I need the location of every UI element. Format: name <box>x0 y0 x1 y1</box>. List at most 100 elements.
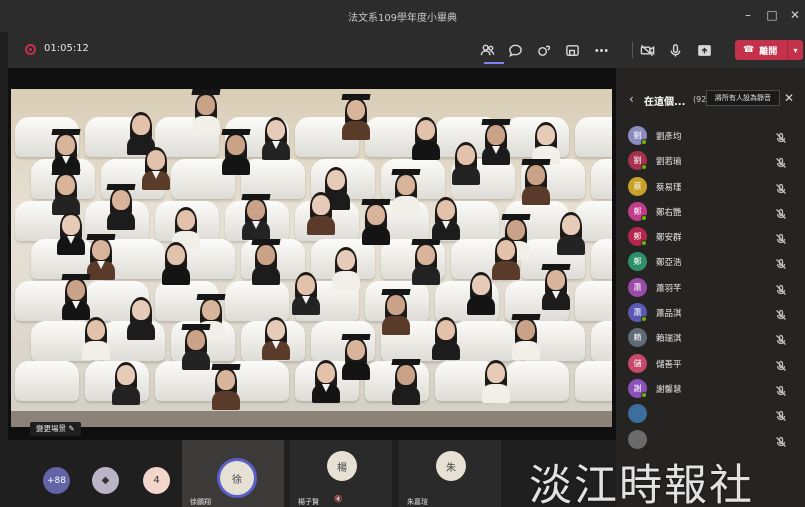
participant-row[interactable]: 蕭蕭品淇 <box>616 300 805 325</box>
attendee-face <box>247 200 265 220</box>
mute-all-button[interactable]: 將所有人設為靜音 <box>706 90 780 106</box>
attendee-face <box>387 295 405 315</box>
mic-off-icon[interactable] <box>775 129 787 143</box>
participant-row[interactable]: 鄭鄭右艷 <box>616 199 805 224</box>
participant-row[interactable]: 鄭鄭亞浩 <box>616 249 805 274</box>
attendee-gown <box>342 121 370 140</box>
camera-off-icon[interactable] <box>637 40 657 60</box>
attendee-video-cutout <box>111 359 141 405</box>
participant-row[interactable] <box>616 427 805 452</box>
participant-tile[interactable]: 楊 楊子賢 🔇 <box>290 440 392 507</box>
graduation-cap-icon <box>341 94 371 100</box>
auditorium-seat <box>591 239 612 279</box>
graduation-cap-icon <box>391 169 421 175</box>
avatar <box>628 429 647 449</box>
participant-row[interactable]: 蔡蔡易瑾 <box>616 174 805 199</box>
attendee-video-cutout <box>541 264 571 310</box>
participant-row[interactable]: 劉劉若瑜 <box>616 148 805 173</box>
participant-tile[interactable]: 朱 朱嘉瑄 <box>399 440 501 507</box>
participant-strip: +88 ◆ 4 徐 徐鵬翔 楊 楊子賢 🔇 朱 朱嘉瑄 <box>8 440 616 507</box>
mic-off-icon[interactable] <box>775 154 787 169</box>
mic-off-icon[interactable] <box>775 407 787 422</box>
participant-row[interactable]: 鄭鄭安群 <box>616 224 805 249</box>
participant-name: 蕭品淇 <box>656 309 682 320</box>
mic-off-icon[interactable] <box>775 205 787 219</box>
graduation-cap-icon <box>61 274 91 280</box>
participant-row[interactable]: 賴賴瑞淇 <box>616 325 805 350</box>
attendee-video-cutout <box>511 314 541 360</box>
more-icon[interactable] <box>591 40 611 60</box>
mic-off-icon[interactable] <box>775 180 787 194</box>
attendee-gown <box>467 296 495 315</box>
attendee-gown <box>107 211 135 230</box>
participant-name: 蔡易瑾 <box>656 182 682 193</box>
attendee-face <box>177 210 195 230</box>
participant-row[interactable]: 儲儲善平 <box>616 351 805 376</box>
mic-off-icon[interactable] <box>775 230 787 245</box>
chevron-down-icon[interactable]: ▾ <box>787 40 803 60</box>
graduation-cap-icon <box>51 129 81 135</box>
attendee-face <box>312 195 330 215</box>
mic-icon[interactable] <box>665 40 685 60</box>
mic-off-icon[interactable] <box>775 382 787 396</box>
share-tray-icon[interactable] <box>562 40 582 60</box>
graduation-cap-icon <box>251 239 281 245</box>
maximize-button[interactable]: □ <box>765 8 779 22</box>
attendee-face <box>132 300 150 320</box>
avatar[interactable]: ◆ <box>92 467 119 494</box>
participant-name: 儲善平 <box>656 359 682 370</box>
attendee-gown <box>392 386 420 405</box>
attendee-face <box>437 320 455 340</box>
avatar-count-badge[interactable]: 4 <box>143 467 170 494</box>
attendee-face <box>202 300 220 320</box>
attendee-video-cutout <box>221 129 251 175</box>
participant-row[interactable]: 謝謝馨慧 <box>616 376 805 401</box>
avatar: 賴 <box>628 328 647 348</box>
chat-icon[interactable] <box>505 40 525 60</box>
tile-name: 徐鵬翔 <box>190 498 211 506</box>
auditorium-seat <box>591 321 612 361</box>
attendee-face <box>112 190 130 210</box>
minimize-button[interactable]: – <box>741 8 755 22</box>
participant-name: 鄭亞浩 <box>656 258 682 269</box>
share-screen-icon[interactable] <box>694 40 714 60</box>
mic-off-icon[interactable] <box>775 306 787 321</box>
attendee-face <box>347 100 365 120</box>
attendee-video-cutout <box>311 357 341 403</box>
close-icon[interactable]: ✕ <box>784 91 794 105</box>
attendee-video-cutout <box>106 184 136 230</box>
mic-off-icon[interactable] <box>775 331 787 346</box>
close-window-button[interactable]: ✕ <box>788 8 802 22</box>
mic-off-icon[interactable] <box>775 357 787 371</box>
attendee-gown <box>222 156 250 175</box>
mic-off-icon[interactable] <box>775 281 787 295</box>
attendee-face <box>437 200 455 220</box>
graduation-cap-icon <box>211 364 241 370</box>
meeting-stage: 變更場景 ✎ <box>8 68 616 440</box>
participant-list: 劉劉彥均劉劉若瑜蔡蔡易瑾鄭鄭右艷鄭鄭安群鄭鄭亞浩蕭蕭羽芊蕭蕭品淇賴賴瑞淇儲儲善平… <box>616 123 805 452</box>
graduation-cap-icon <box>196 294 226 300</box>
mic-off-icon[interactable] <box>775 433 787 447</box>
participant-row[interactable]: 蕭蕭羽芊 <box>616 275 805 300</box>
presence-icon <box>641 214 647 221</box>
overflow-count-badge[interactable]: +88 <box>43 467 70 494</box>
mic-off-icon[interactable] <box>775 255 787 270</box>
people-icon[interactable] <box>477 40 497 60</box>
presence-icon <box>641 391 647 398</box>
leave-button[interactable]: ☎ 離開 ▾ <box>735 40 803 60</box>
graduation-cap-icon <box>381 289 411 295</box>
attendee-video-cutout <box>331 244 361 290</box>
participant-row[interactable]: 劉劉彥均 <box>616 123 805 148</box>
recording-icon <box>25 44 36 55</box>
participant-row[interactable] <box>616 401 805 426</box>
attendee-video-cutout <box>306 189 336 235</box>
change-scene-button[interactable]: 變更場景 ✎ <box>30 422 81 436</box>
chevron-left-icon[interactable]: ‹ <box>629 92 634 106</box>
auditorium-seat <box>591 159 612 199</box>
attendee-face <box>197 95 215 115</box>
attendee-video-cutout <box>521 159 551 205</box>
graduation-cap-icon <box>361 199 391 205</box>
participant-tile[interactable]: 徐 徐鵬翔 <box>182 440 284 507</box>
attendee-face <box>217 370 235 390</box>
reactions-icon[interactable] <box>534 40 554 60</box>
